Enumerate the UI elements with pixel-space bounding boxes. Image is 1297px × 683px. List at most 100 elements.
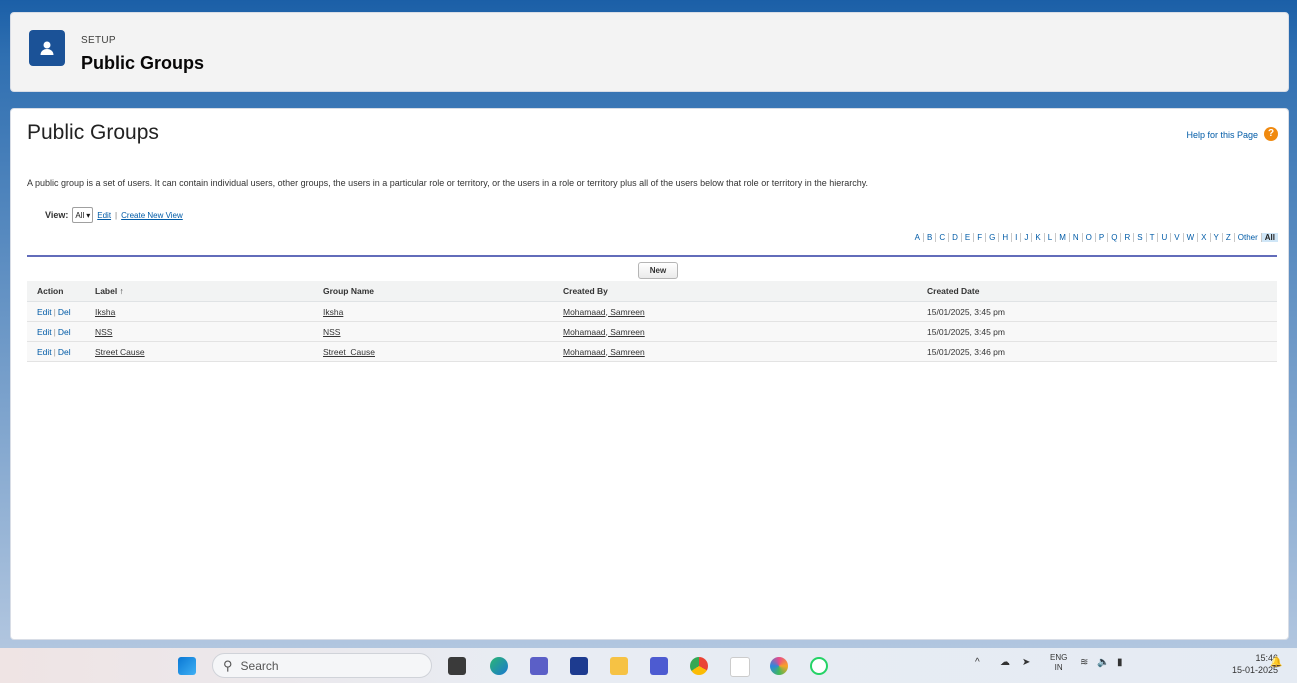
- created-by-cell: Mohamaad, Samreen: [553, 301, 917, 322]
- alpha-all[interactable]: All: [1260, 233, 1278, 242]
- help-icon[interactable]: ?: [1264, 127, 1278, 141]
- copilot-icon[interactable]: [770, 657, 788, 675]
- alpha-c[interactable]: C: [935, 233, 948, 242]
- group-name-link[interactable]: NSS: [323, 327, 340, 337]
- windows-start-icon[interactable]: [178, 657, 196, 675]
- alpha-z[interactable]: Z: [1221, 233, 1234, 242]
- cloud-icon[interactable]: ☁: [1000, 657, 1010, 668]
- alphabet-filter: A B C D E F G H I J K L M N O P Q R S T …: [912, 233, 1278, 242]
- alpha-other[interactable]: Other: [1233, 233, 1261, 242]
- created-date-cell: 15/01/2025, 3:45 pm: [917, 321, 1277, 342]
- created-date-cell: 15/01/2025, 3:46 pm: [917, 341, 1277, 362]
- table-row: Edit | Del Iksha Iksha Mohamaad, Samreen 1…: [27, 301, 1277, 322]
- edge-icon[interactable]: [490, 657, 508, 675]
- task-view-icon[interactable]: [448, 657, 466, 675]
- view-select-value: All: [75, 210, 85, 220]
- search-placeholder: Search: [240, 658, 279, 673]
- label-cell: NSS: [85, 321, 313, 342]
- alpha-p[interactable]: P: [1094, 233, 1107, 242]
- action-cell: Edit | Del: [27, 301, 85, 322]
- alpha-o[interactable]: O: [1081, 233, 1095, 242]
- group-label-link[interactable]: Street Cause: [95, 347, 145, 357]
- alpha-g[interactable]: G: [985, 233, 998, 242]
- edit-link[interactable]: Edit: [37, 327, 52, 337]
- table-header-row: Action Label ↑ Group Name Created By Cre…: [27, 281, 1277, 302]
- col-group-name[interactable]: Group Name: [313, 281, 553, 302]
- alpha-s[interactable]: S: [1133, 233, 1145, 242]
- view-label: View:: [45, 210, 69, 220]
- chevron-down-icon: ▾: [86, 210, 91, 220]
- page-description: A public group is a set of users. It can…: [27, 178, 869, 188]
- file-explorer-icon[interactable]: [610, 657, 628, 675]
- language-indicator[interactable]: ENG IN: [1050, 653, 1067, 673]
- alpha-d[interactable]: D: [948, 233, 961, 242]
- action-cell: Edit | Del: [27, 341, 85, 362]
- alpha-u[interactable]: U: [1157, 233, 1170, 242]
- alpha-m[interactable]: M: [1055, 233, 1069, 242]
- taskbar-search[interactable]: ⚲ Search: [212, 653, 432, 678]
- alpha-r[interactable]: R: [1120, 233, 1133, 242]
- alpha-n[interactable]: N: [1068, 233, 1082, 242]
- alpha-j[interactable]: J: [1020, 233, 1031, 242]
- delete-link[interactable]: Del: [58, 347, 71, 357]
- alpha-b[interactable]: B: [923, 233, 935, 242]
- col-created-date[interactable]: Created Date: [917, 281, 1277, 302]
- alpha-y[interactable]: Y: [1209, 233, 1222, 242]
- whatsapp-icon[interactable]: [810, 657, 828, 675]
- label-cell: Street Cause: [85, 341, 313, 362]
- col-created-by[interactable]: Created By: [553, 281, 917, 302]
- volume-icon[interactable]: 🔈: [1097, 657, 1109, 668]
- teams-icon[interactable]: [530, 657, 548, 675]
- group-name-link[interactable]: Street_Cause: [323, 347, 375, 357]
- notification-icon[interactable]: 🔔: [1270, 657, 1282, 668]
- edit-link[interactable]: Edit: [37, 347, 52, 357]
- delete-link[interactable]: Del: [58, 327, 71, 337]
- created-by-cell: Mohamaad, Samreen: [553, 321, 917, 342]
- alpha-t[interactable]: T: [1145, 233, 1158, 242]
- setup-header: SETUP Public Groups: [10, 12, 1289, 92]
- alpha-h[interactable]: H: [998, 233, 1011, 242]
- alpha-a[interactable]: A: [912, 233, 923, 242]
- wifi-icon[interactable]: ≋: [1080, 657, 1088, 668]
- edit-link[interactable]: Edit: [37, 307, 52, 317]
- alpha-q[interactable]: Q: [1107, 233, 1120, 242]
- app-icon[interactable]: [650, 657, 668, 675]
- col-action: Action: [27, 281, 85, 302]
- create-new-view-link[interactable]: Create New View: [121, 211, 183, 220]
- chrome-icon[interactable]: [690, 657, 708, 675]
- created-by-cell: Mohamaad, Samreen: [553, 341, 917, 362]
- help-link[interactable]: Help for this Page: [1186, 130, 1258, 140]
- view-select[interactable]: All ▾: [72, 207, 94, 223]
- battery-icon[interactable]: ▮: [1117, 657, 1123, 668]
- created-by-link[interactable]: Mohamaad, Samreen: [563, 307, 645, 317]
- alpha-k[interactable]: K: [1031, 233, 1043, 242]
- group-label-link[interactable]: NSS: [95, 327, 112, 337]
- alpha-f[interactable]: F: [973, 233, 985, 242]
- groups-table: Action Label ↑ Group Name Created By Cre…: [27, 281, 1277, 362]
- table-row: Edit | Del NSS NSS Mohamaad, Samreen 15/01…: [27, 321, 1277, 342]
- created-by-link[interactable]: Mohamaad, Samreen: [563, 347, 645, 357]
- group-name-link[interactable]: Iksha: [323, 307, 343, 317]
- store-icon[interactable]: [570, 657, 588, 675]
- group-label-link[interactable]: Iksha: [95, 307, 115, 317]
- new-group-button[interactable]: New: [638, 262, 678, 279]
- alpha-w[interactable]: W: [1182, 233, 1198, 242]
- chevron-up-icon[interactable]: ^: [975, 657, 980, 668]
- alpha-x[interactable]: X: [1197, 233, 1209, 242]
- alpha-i[interactable]: I: [1011, 233, 1020, 242]
- delete-link[interactable]: Del: [58, 307, 71, 317]
- created-date-cell: 15/01/2025, 3:45 pm: [917, 301, 1277, 322]
- notepad-icon[interactable]: [730, 657, 750, 677]
- view-row: View: All ▾ Edit | Create New View: [45, 207, 183, 223]
- alpha-e[interactable]: E: [960, 233, 973, 242]
- edit-view-link[interactable]: Edit: [97, 211, 111, 220]
- alpha-v[interactable]: V: [1170, 233, 1182, 242]
- location-icon[interactable]: ➤: [1022, 657, 1030, 668]
- col-label[interactable]: Label ↑: [85, 281, 313, 302]
- page-title: Public Groups: [27, 121, 159, 144]
- table-row: Edit | Del Street Cause Street_Cause Moham…: [27, 341, 1277, 362]
- created-by-link[interactable]: Mohamaad, Samreen: [563, 327, 645, 337]
- lang-top: ENG: [1050, 653, 1068, 662]
- list-button-row: New: [27, 257, 1277, 279]
- alpha-l[interactable]: L: [1043, 233, 1055, 242]
